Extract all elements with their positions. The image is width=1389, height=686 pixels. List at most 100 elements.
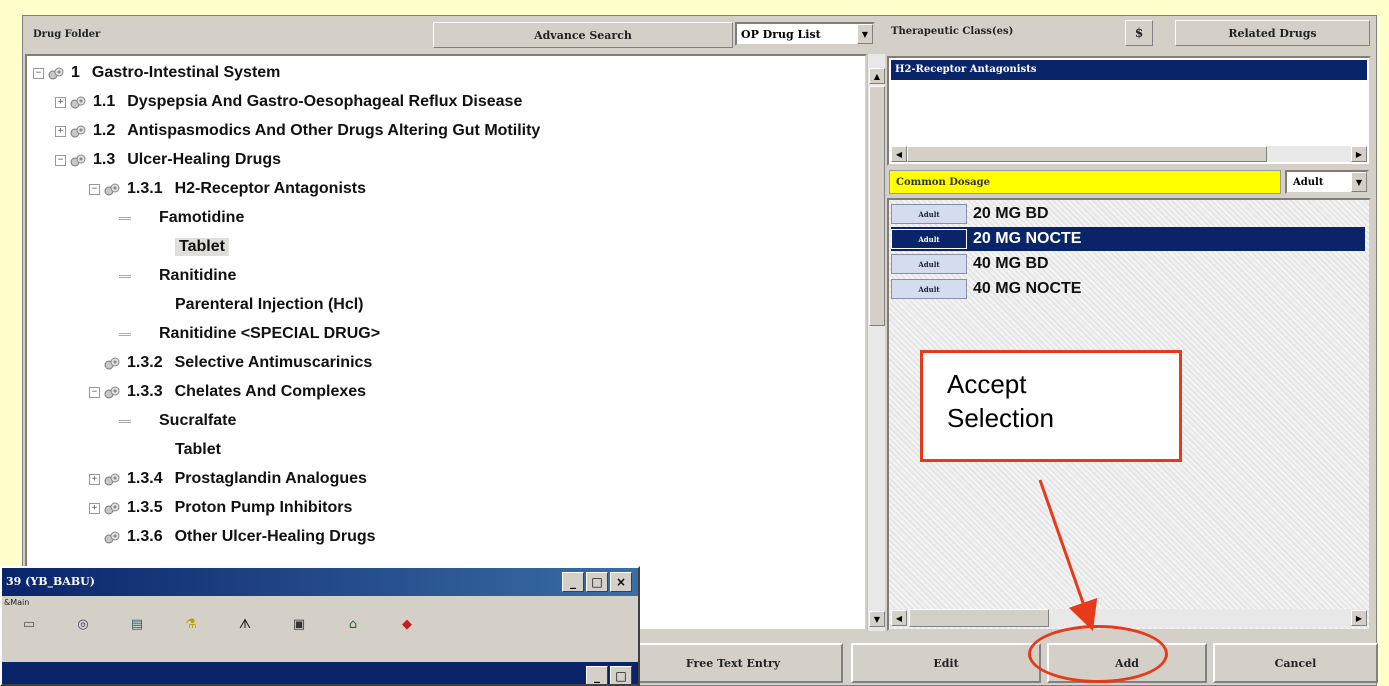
toolbar-button[interactable]: ⌂ <box>326 616 380 654</box>
edit-button[interactable]: Edit <box>851 643 1041 683</box>
age-group-select[interactable]: Adult ▼ <box>1285 170 1369 194</box>
common-dosage-label: Common Dosage <box>889 170 1281 194</box>
dosage-horizontal-scrollbar[interactable]: ◀ ▶ <box>891 609 1367 627</box>
popup-title: 39 (YB_BABU) <box>6 575 95 588</box>
file-icon: ▣ <box>292 616 306 632</box>
scroll-right-arrow-icon[interactable]: ▶ <box>1351 610 1367 626</box>
collapse-icon[interactable]: − <box>55 154 66 166</box>
tree-node[interactable]: +1.2 Antispasmodics And Other Drugs Alter… <box>55 118 540 144</box>
tree-node[interactable]: Parenteral Injection (Hcl) <box>175 292 364 318</box>
therapeutic-class-header: Therapeutic Class(es) $ Related Drugs <box>885 16 1378 52</box>
therapeutic-class-list[interactable]: H2-Receptor Antagonists ◀ ▶ <box>887 56 1371 166</box>
tree-node[interactable]: − 1.3.1 H2-Receptor Antagonists <box>89 176 366 202</box>
callout-line-2: Selection <box>947 403 1054 433</box>
tree-node-number: 1.2 <box>93 122 116 139</box>
dosage-item[interactable]: Adult 40 MG NOCTE <box>891 277 1365 301</box>
tree-node-label: Other Ulcer-Healing Drugs <box>174 528 376 545</box>
advance-search-button[interactable]: Advance Search <box>433 22 733 48</box>
tree-node[interactable]: 1.3.2 Selective Antimuscarinics <box>103 350 372 376</box>
tree-node-label: Parenteral Injection (Hcl) <box>175 296 364 313</box>
tree-node-label: Gastro-Intestinal System <box>91 64 281 81</box>
tree-node[interactable]: +1.3.5 Proton Pump Inhibitors <box>89 495 352 521</box>
selected-class-item[interactable]: H2-Receptor Antagonists <box>891 60 1367 80</box>
category-icon <box>47 66 65 80</box>
tree-node[interactable]: Tablet <box>175 234 229 260</box>
price-button[interactable]: $ <box>1125 20 1153 46</box>
toolbar-button[interactable]: ▣ <box>272 616 326 654</box>
tree-node-label: Chelates And Complexes <box>174 383 367 400</box>
scroll-left-arrow-icon[interactable]: ◀ <box>891 610 907 626</box>
toolbar-button[interactable]: ⚗ <box>164 616 218 654</box>
tree-node[interactable]: − 1 Gastro-Intestinal System <box>33 60 280 86</box>
toolbar-button[interactable]: ᗑ <box>218 616 272 654</box>
tree-node[interactable]: Ranitidine <SPECIAL DRUG> <box>119 321 380 347</box>
tree-node-label: Tablet <box>175 441 221 458</box>
tree-node-number: 1.3.6 <box>127 528 163 545</box>
tree-node[interactable]: − 1.3.3 Chelates And Complexes <box>89 379 366 405</box>
drug-list-select-value: OP Drug List <box>741 27 821 41</box>
age-group-tag: Adult <box>891 229 967 249</box>
scroll-right-arrow-icon[interactable]: ▶ <box>1351 146 1367 162</box>
drug-tree[interactable]: − 1 Gastro-Intestinal System +1.1 Dyspepsia … <box>25 54 867 631</box>
category-icon <box>69 95 87 109</box>
related-drugs-button[interactable]: Related Drugs <box>1175 20 1370 46</box>
toolbar-button[interactable]: ▤ <box>110 616 164 654</box>
background-app-window[interactable]: 39 (YB_BABU) _ □ × &Main ▭ ◎ ▤ ⚗ ᗑ ▣ ⌂ ◆… <box>0 566 640 686</box>
age-group-value: Adult <box>1293 177 1324 188</box>
dosage-text: 40 MG NOCTE <box>973 280 1082 297</box>
maximize-icon[interactable]: □ <box>610 666 632 684</box>
tree-node[interactable]: 1.3.6 Other Ulcer-Healing Drugs <box>103 524 376 550</box>
toolbar-button[interactable]: ▭ <box>2 616 56 654</box>
dosage-scroll-thumb[interactable] <box>909 609 1049 627</box>
collapse-icon[interactable]: − <box>33 67 44 79</box>
chart-icon: ⌂ <box>348 616 358 632</box>
cancel-button[interactable]: Cancel <box>1213 643 1378 683</box>
tree-node-label: Tablet <box>175 238 229 256</box>
callout-line-1: Accept <box>947 369 1027 399</box>
accept-selection-callout: Accept Selection <box>920 350 1182 462</box>
maximize-icon[interactable]: □ <box>586 572 608 592</box>
free-text-entry-button[interactable]: Free Text Entry <box>623 643 843 683</box>
tree-node[interactable]: − 1.3 Ulcer-Healing Drugs <box>55 147 281 173</box>
collapse-icon[interactable]: − <box>89 183 100 195</box>
popup-menu-bar[interactable]: &Main <box>2 598 29 614</box>
tree-node[interactable]: +1.1 Dyspepsia And Gastro-Oesophageal Ref… <box>55 89 522 115</box>
expand-icon[interactable]: + <box>89 473 100 485</box>
chevron-down-icon[interactable]: ▼ <box>857 24 873 44</box>
tree-node[interactable]: Ranitidine <box>119 263 236 289</box>
tree-node-number: 1.3.3 <box>127 383 163 400</box>
scroll-left-arrow-icon[interactable]: ◀ <box>891 146 907 162</box>
scroll-up-arrow-icon[interactable]: ▲ <box>869 68 885 84</box>
popup-inner-title-bar[interactable]: _ □ <box>2 662 638 684</box>
category-icon <box>103 356 121 370</box>
tree-scroll-thumb[interactable] <box>869 86 885 326</box>
tree-node[interactable]: Tablet <box>175 437 221 463</box>
age-group-tag: Adult <box>891 279 967 299</box>
class-scroll-thumb[interactable] <box>907 146 1267 162</box>
minimize-icon[interactable]: _ <box>562 572 584 592</box>
expand-icon[interactable]: + <box>55 125 66 137</box>
collapse-icon[interactable]: − <box>89 386 100 398</box>
minimize-icon[interactable]: _ <box>586 666 608 684</box>
class-horizontal-scrollbar[interactable]: ◀ ▶ <box>891 146 1367 162</box>
drug-list-select[interactable]: OP Drug List ▼ <box>735 22 875 46</box>
tree-node-number: 1.3.5 <box>127 499 163 516</box>
expand-icon[interactable]: + <box>89 502 100 514</box>
chevron-down-icon[interactable]: ▼ <box>1351 172 1367 192</box>
dosage-item[interactable]: Adult 40 MG BD <box>891 252 1365 276</box>
category-icon <box>69 153 87 167</box>
tree-node[interactable]: +1.3.4 Prostaglandin Analogues <box>89 466 367 492</box>
tree-node[interactable]: Sucralfate <box>119 408 236 434</box>
tree-node[interactable]: Famotidine <box>119 205 244 231</box>
toolbar-button[interactable]: ◎ <box>56 616 110 654</box>
popup-title-bar[interactable]: 39 (YB_BABU) _ □ × <box>2 568 638 596</box>
expand-icon[interactable]: + <box>55 96 66 108</box>
tree-vertical-scrollbar[interactable]: ▲ ▼ <box>867 54 885 631</box>
toolbar-button[interactable]: ◆ <box>380 616 434 654</box>
dosage-item[interactable]: Adult 20 MG BD <box>891 202 1365 226</box>
close-icon[interactable]: × <box>610 572 632 592</box>
menu-main[interactable]: &Main <box>4 598 29 607</box>
scroll-down-arrow-icon[interactable]: ▼ <box>869 611 885 627</box>
tree-node-label: H2-Receptor Antagonists <box>174 180 367 197</box>
dosage-item[interactable]: Adult 20 MG NOCTE <box>891 227 1365 251</box>
